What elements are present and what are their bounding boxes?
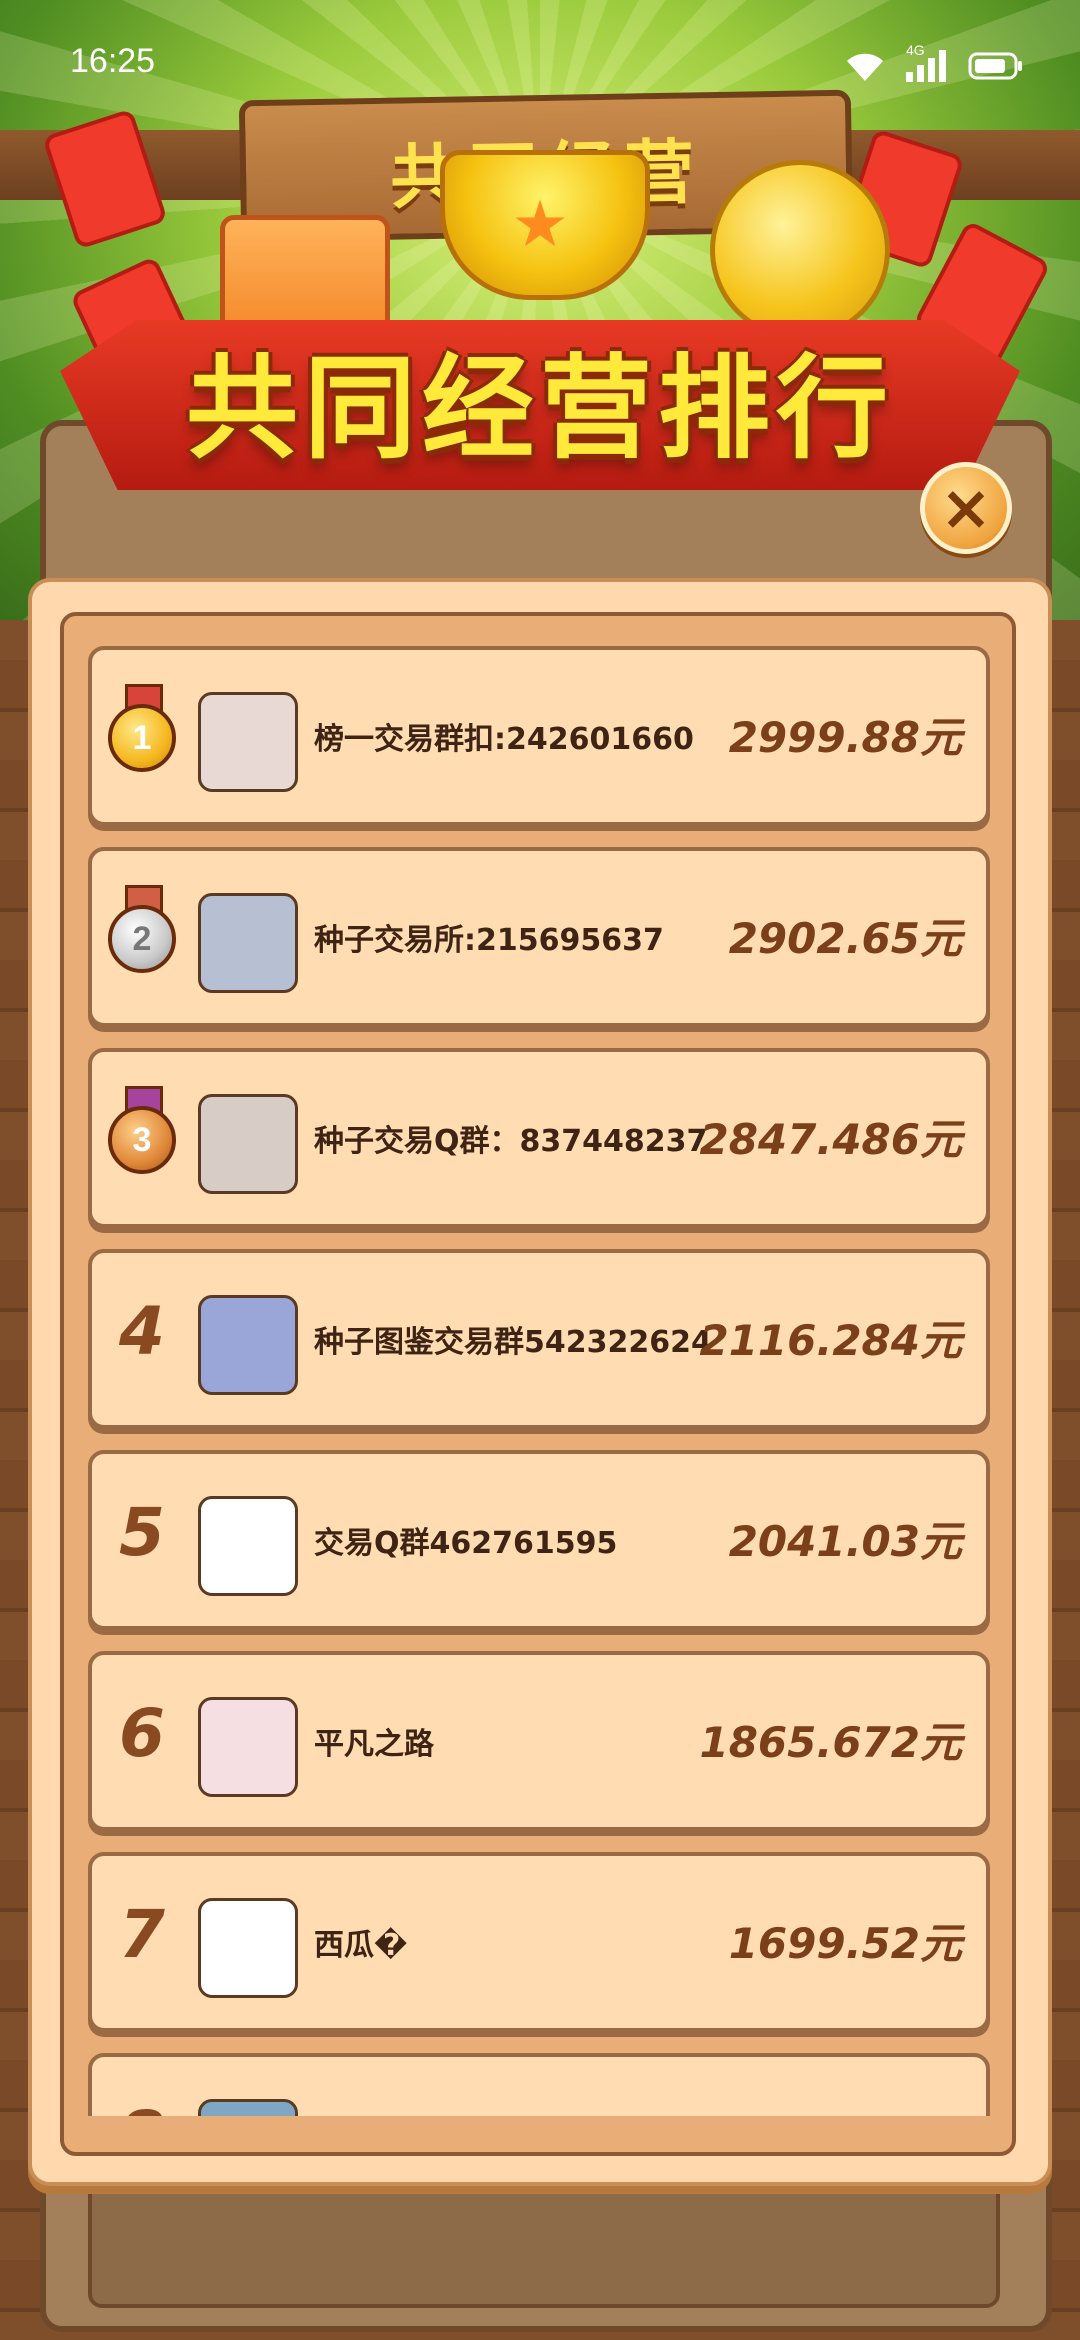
close-button[interactable]: × [920,462,1012,554]
status-icons: 4G [844,42,1024,84]
ranking-row[interactable]: 4 种子图鉴交易群542322624 2116.284元 [88,1249,990,1429]
avatar[interactable] [198,1898,298,1998]
signal-icon: 4G [904,42,950,84]
user-name: 榜一交易群扣:242601660 [314,722,694,757]
network-type-label: 4G [906,42,925,58]
medal-rank-number: 2 [108,905,176,973]
earnings-amount: 2041.03元 [728,1517,962,1566]
ranking-row[interactable]: 6 平凡之路 1865.672元 [88,1651,990,1831]
ranking-row[interactable]: 5 交易Q群462761595 2041.03元 [88,1450,990,1630]
status-time: 16:25 [70,42,156,80]
avatar[interactable] [198,1697,298,1797]
bronze-medal-icon: 3 [106,1086,176,1186]
rank-number: 6 [119,1695,165,1772]
battery-icon [968,51,1024,81]
user-name: 平凡之路 [314,1727,434,1762]
user-name: 交易Q群462761595 [314,1526,618,1561]
user-name: 种子交易Q群：837448237 [314,1124,708,1159]
close-icon: × [940,471,992,544]
avatar[interactable] [198,692,298,792]
avatar[interactable] [198,1496,298,1596]
medal-rank-number: 1 [108,704,176,772]
avatar[interactable] [198,1295,298,1395]
rank-number: 7 [119,1896,165,1973]
ranking-list[interactable]: 1 榜一交易群扣:242601660 2999.88元 2 种子交易所:21569563… [64,616,1004,2116]
medal-rank-number: 3 [108,1106,176,1174]
rank-number: 4 [119,1293,165,1370]
avatar[interactable] [198,893,298,993]
earnings-amount: 2847.486元 [699,1115,962,1164]
page-title: 共同经营排行 [186,344,894,474]
silver-medal-icon: 2 [106,885,176,985]
user-name: 种子图鉴交易群542322624 [314,1325,712,1360]
earnings-amount: 1865.672元 [699,1718,962,1767]
star-icon: ★ [511,188,569,262]
avatar[interactable] [198,2099,298,2116]
gold-medal-icon: 1 [106,684,176,784]
wifi-icon [844,49,886,83]
ranking-row[interactable]: 3 种子交易Q群：837448237 2847.486元 [88,1048,990,1228]
rank-number: 5 [119,1494,165,1571]
ranking-row[interactable]: 2 种子交易所:215695637 2902.65元 [88,847,990,1027]
earnings-amount: 2116.284元 [699,1316,962,1365]
avatar[interactable] [198,1094,298,1194]
earnings-amount: 1699.52元 [728,1919,962,1968]
user-name: 种子交易所:215695637 [314,923,664,958]
ranking-row[interactable]: 8 [88,2053,990,2116]
status-bar: 16:25 4G [0,0,1080,120]
earnings-amount: 2999.88元 [728,713,962,762]
rank-number: 8 [92,2097,192,2116]
ranking-row[interactable]: 7 西瓜� 1699.52元 [88,1852,990,2032]
ranking-row[interactable]: 1 榜一交易群扣:242601660 2999.88元 [88,646,990,826]
user-name: 西瓜� [314,1928,408,1963]
earnings-amount: 2902.65元 [728,914,962,963]
gold-coins-icon [710,160,890,340]
background-panel-inner [88,2180,1000,2308]
